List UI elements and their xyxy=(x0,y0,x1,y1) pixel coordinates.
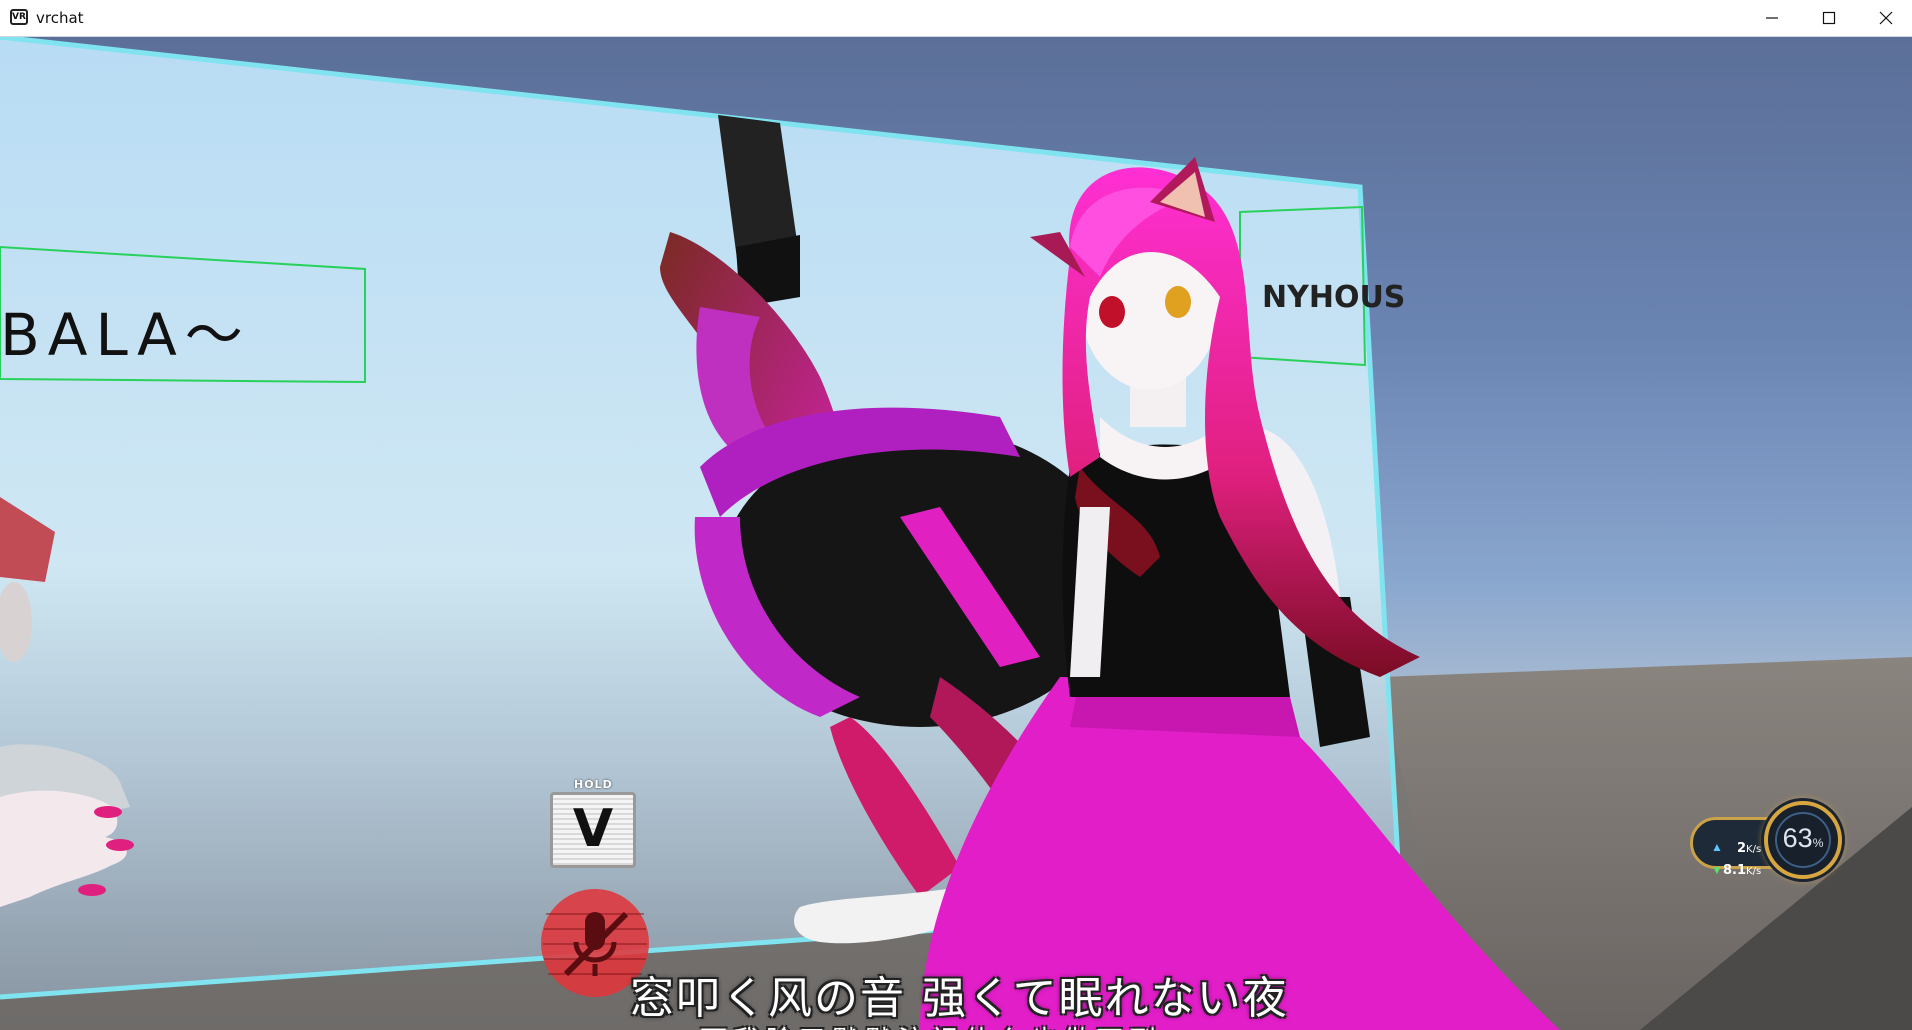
hold-key-v: V xyxy=(550,792,636,868)
eye-right xyxy=(1165,286,1191,318)
sign-left-text: BALA～ xyxy=(0,301,251,369)
nail-2 xyxy=(106,839,134,851)
subtitle-line-1: 窓叩く风の音 强くて眠れない夜 xyxy=(630,973,1289,1024)
upload-arrow-icon: ▲ xyxy=(1711,840,1723,854)
network-performance-widget: ▲ 2K/s ▼ 8.1K/s 63% xyxy=(1690,801,1850,891)
game-viewport[interactable]: BALA～ NYHOUS HOLD V ▲ 2K/s ▼ 8.1K/s 63% … xyxy=(0,37,1912,1030)
close-icon xyxy=(1879,11,1893,25)
minimize-icon xyxy=(1766,17,1778,19)
maximize-icon xyxy=(1822,11,1836,25)
upload-rate: 2K/s xyxy=(1737,841,1762,856)
window-title-bar: VR vrchat xyxy=(0,0,1912,37)
maximize-button[interactable] xyxy=(1807,0,1853,36)
download-arrow-icon: ▼ xyxy=(1711,863,1723,877)
nail-1 xyxy=(94,806,122,818)
vr-app-icon: VR xyxy=(10,9,28,25)
hold-label: HOLD xyxy=(574,778,613,791)
nail-3 xyxy=(78,884,106,896)
window-title: vrchat xyxy=(36,9,84,27)
performance-value: 63% xyxy=(1782,823,1824,853)
performance-gauge: 63% xyxy=(1764,801,1842,879)
minimize-button[interactable] xyxy=(1750,0,1796,36)
sign-right-text: NYHOUS xyxy=(1262,280,1405,315)
subtitle-line-2: 而我除了默默注视什么也做不到 xyxy=(700,1019,1162,1030)
download-rate: 8.1K/s xyxy=(1723,863,1762,878)
close-button[interactable] xyxy=(1864,0,1910,36)
world-scene: BALA～ NYHOUS xyxy=(0,37,1912,1030)
eye-left xyxy=(1099,296,1125,328)
